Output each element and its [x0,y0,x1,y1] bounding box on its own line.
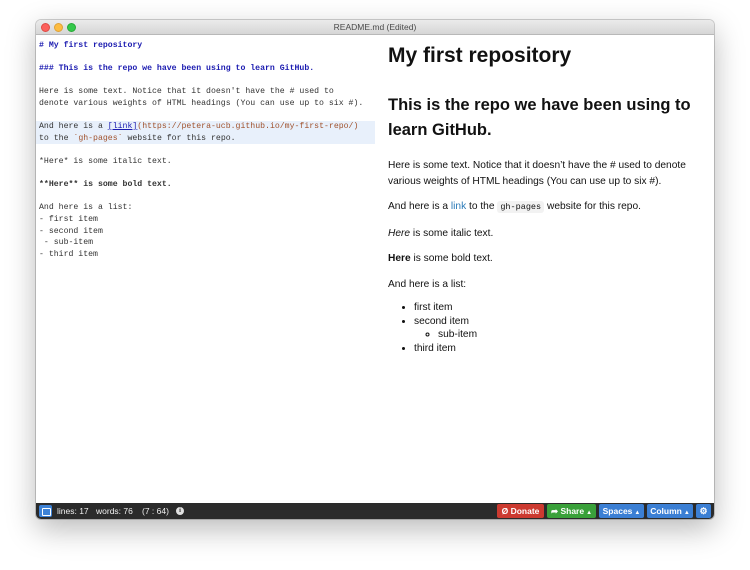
word-count: words: 76 [96,506,133,516]
editor-line-list-item-2[interactable]: - second item [36,226,375,238]
preview-paragraph-bold: Here is some bold text. [388,251,702,267]
preview-list: first item second item sub-item third it… [388,301,702,355]
cursor-position: (7 : 64) [142,506,169,516]
caret-up-icon: ▲ [683,510,690,516]
share-label: Share [560,506,585,516]
editor-inline-code: `gh-pages` [73,133,123,143]
preview-list-intro: And here is a list: [388,278,467,290]
preview-p2-suffix: website for this repo. [544,201,641,212]
markdown-preview: My first repository This is the repo we … [375,35,714,503]
line-count: lines: 17 [57,506,89,516]
editor-line-text1[interactable]: Here is some text. Notice that it doesn'… [36,86,375,98]
toggle-sidebar-icon[interactable] [39,505,52,517]
caret-up-icon: ▲ [586,510,593,516]
preview-p2-prefix: And here is a [388,201,451,212]
editor-line-list-item-3[interactable]: - sub-item [36,237,375,249]
editor-line-list-item-4[interactable]: - third item [36,249,375,261]
window-title: README.md (Edited) [333,22,417,32]
editor-line-text2[interactable]: denote various weights of HTML headings … [36,98,375,110]
editor-link2-prefix: to the [39,133,74,143]
list-item: third item [414,342,702,356]
donate-icon: Ø [501,506,509,516]
preview-paragraph-1: Here is some text. Notice that it doesn’… [388,160,686,187]
editor-line-h1[interactable]: # My first repository [36,40,375,52]
share-button[interactable]: ➦ Share ▲ [547,504,596,518]
column-label: Column [650,506,682,516]
preview-paragraph-2: And here is a link to the gh-pages websi… [388,199,702,216]
editor-link-text[interactable]: [link] [108,122,137,131]
editor-link2-suffix: website for this repo. [122,133,236,143]
sub-list-item: sub-item [438,328,702,342]
editor-link-prefix: And here is a [39,122,108,132]
editor-link-url[interactable]: (https://petera-ucb.github.io/my-first-r… [137,122,358,131]
preview-link[interactable]: link [451,201,466,212]
list-item: first item [414,301,702,315]
editor-line-link-continued[interactable]: to the `gh-pages` website for this repo. [36,132,375,145]
preview-heading-3: This is the repo we have been using to l… [388,96,691,139]
preview-inline-code: gh-pages [497,201,545,213]
spaces-button[interactable]: Spaces ▲ [599,504,644,518]
donate-button[interactable]: Ø Donate [497,504,544,518]
list-item-label: second item [414,315,469,327]
editor-line-list-item-1[interactable]: - first item [36,214,375,226]
editor-line-h3[interactable]: ### This is the repo we have been using … [36,63,375,75]
caret-up-icon: ▲ [634,510,641,516]
donate-label: Donate [510,506,540,516]
editor-line-bold[interactable]: **Here** is some bold text. [36,179,375,191]
list-item: second item sub-item [414,315,702,342]
preview-italic-rest: is some italic text. [410,227,494,239]
preview-bold-rest: is some bold text. [410,253,493,264]
share-icon: ➦ [550,506,559,516]
editor-bold-text: **Here** is some bold text. [39,180,172,190]
status-bar: lines: 17 words: 76 (7 : 64) i Ø Donate … [36,503,714,519]
info-icon[interactable]: i [176,507,184,515]
column-button[interactable]: Column ▲ [647,504,693,518]
preview-paragraph-italic: Here is some italic text. [388,226,702,242]
markdown-editor[interactable]: # My first repository ### This is the re… [36,35,375,503]
editor-line-list-intro[interactable]: And here is a list: [36,202,375,214]
editor-line-italic[interactable]: *Here* is some italic text. [36,156,375,168]
app-window: README.md (Edited) # My first repository… [36,20,714,519]
editor-line-link[interactable]: And here is a [link](https://petera-ucb.… [36,121,375,133]
title-bar: README.md (Edited) [36,20,714,35]
preview-italic-word: Here [388,227,411,239]
spaces-label: Spaces [602,506,633,516]
settings-gear-button[interactable]: ⚙ [696,504,711,518]
gear-icon: ⚙ [699,506,708,516]
preview-sublist: sub-item [414,328,702,342]
preview-bold-word: Here [388,253,411,264]
preview-heading-1: My first repository [388,44,572,67]
preview-p2-mid: to the [466,201,498,212]
